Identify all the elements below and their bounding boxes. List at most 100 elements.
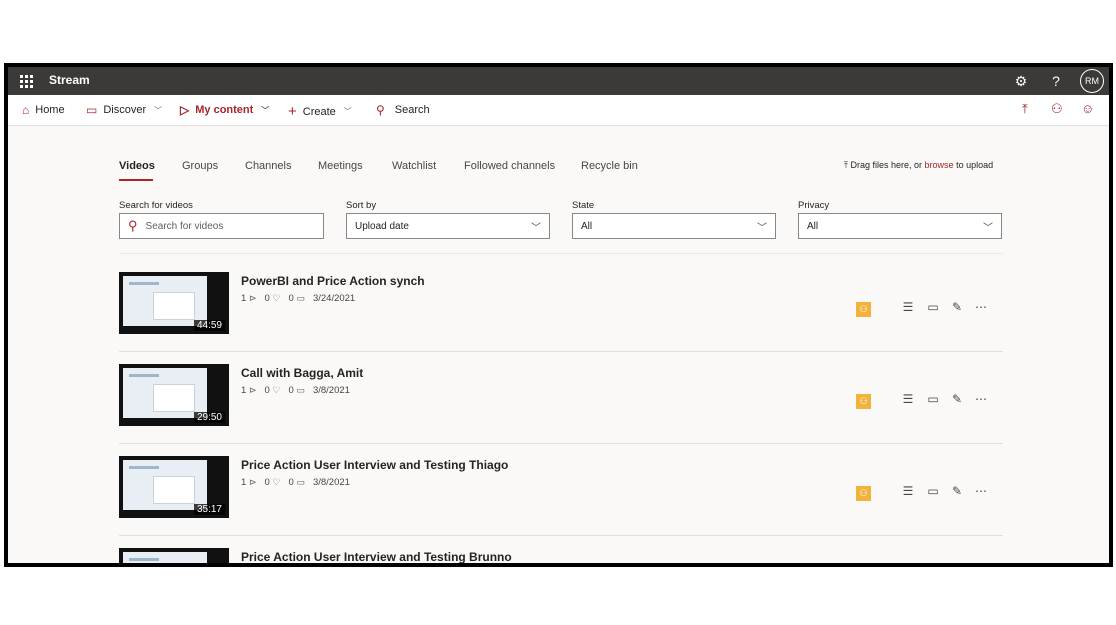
heart-icon: ♡ [272,385,281,395]
video-row[interactable]: 29:50 Call with Bagga, Amit 1 ⊳ 0 ♡ 0 ▭ … [119,352,1003,444]
permission-badge-icon: ⚇ [856,486,871,501]
add-to-list-icon[interactable]: ☰ [900,300,916,314]
upload-hint-suffix: to upload [956,160,994,170]
upload-date: 3/24/2021 [312,293,356,304]
discover-icon: ▭ [86,103,98,117]
chevron-down-icon: ﹀ [261,105,270,115]
tab-watchlist[interactable]: Watchlist [392,160,436,172]
nav-home-label: Home [35,104,65,116]
video-title[interactable]: PowerBI and Price Action synch [241,274,425,288]
tab-active-indicator [119,179,153,181]
nav-my-content-label: My content [195,104,254,116]
views-count: 1 [241,293,247,304]
more-icon[interactable]: ⋯ [973,300,989,314]
stream-app: Stream ⚙ ? RM ⌂ Home ▭ Discover ﹀ ▷ My c… [8,67,1109,563]
comments-count: 0 [288,385,294,396]
nav-home[interactable]: ⌂ Home [22,103,65,117]
video-row[interactable]: Price Action User Interview and Testing … [119,536,1003,563]
add-to-channel-icon[interactable]: ▭ [925,300,941,314]
video-title[interactable]: Price Action User Interview and Testing … [241,458,508,472]
add-to-list-icon[interactable]: ☰ [900,484,916,498]
search-videos-box[interactable]: ⚲ [119,213,324,239]
video-meta: 1 ⊳ 0 ♡ 0 ▭ 3/24/2021 [241,293,355,304]
video-duration: 35:17 [193,504,225,515]
video-thumbnail[interactable] [119,548,229,563]
nav-my-content[interactable]: ▷ My content ﹀ [180,103,269,117]
search-videos-input[interactable] [143,219,308,233]
edit-icon[interactable]: ✎ [949,300,965,314]
video-title[interactable]: Price Action User Interview and Testing … [241,550,512,563]
nav-discover-label: Discover [103,104,147,116]
views-icon: ⊳ [248,293,257,303]
chevron-down-icon: ﹀ [757,222,767,234]
comments-count: 0 [288,477,294,488]
nav-create[interactable]: + Create ﹀ [288,103,352,120]
heart-icon: ♡ [272,477,281,487]
home-icon: ⌂ [22,103,30,117]
video-row[interactable]: 44:59 PowerBI and Price Action synch 1 ⊳… [119,260,1003,352]
state-label: State [572,200,595,211]
views-count: 1 [241,385,247,396]
upload-hint-prefix: Drag files here, or [850,160,923,170]
smiley-icon[interactable]: ☺ [1081,101,1094,116]
video-duration: 44:59 [193,320,225,331]
tab-videos[interactable]: Videos [119,160,155,172]
heart-icon: ♡ [272,293,281,303]
plus-icon: + [288,103,297,120]
upload-date: 3/8/2021 [312,385,350,396]
sort-by-label: Sort by [346,200,377,211]
video-thumbnail[interactable]: 35:17 [119,456,229,518]
video-meta: 1 ⊳ 0 ♡ 0 ▭ 3/8/2021 [241,385,350,396]
video-row[interactable]: 35:17 Price Action User Interview and Te… [119,444,1003,536]
nav-bar: ⌂ Home ▭ Discover ﹀ ▷ My content ﹀ + Cre… [8,95,1109,126]
permission-badge-icon: ⚇ [856,302,871,317]
comment-icon: ▭ [296,385,305,395]
tab-followed-channels[interactable]: Followed channels [464,160,555,172]
comments-count: 0 [288,293,294,304]
avatar[interactable]: RM [1080,69,1104,93]
privacy-select[interactable]: All ﹀ [798,213,1002,239]
app-title[interactable]: Stream [49,73,90,87]
help-icon[interactable]: ? [1046,71,1066,91]
video-duration: 29:50 [193,412,225,423]
state-value: All [581,220,593,232]
window-frame: Stream ⚙ ? RM ⌂ Home ▭ Discover ﹀ ▷ My c… [4,63,1113,567]
video-thumbnail[interactable]: 29:50 [119,364,229,426]
add-to-channel-icon[interactable]: ▭ [925,484,941,498]
upload-date: 3/8/2021 [312,477,350,488]
likes-count: 0 [264,477,270,488]
comment-icon: ▭ [296,477,305,487]
tab-meetings[interactable]: Meetings [318,160,363,172]
more-icon[interactable]: ⋯ [973,484,989,498]
permission-badge-icon: ⚇ [856,394,871,409]
gear-icon[interactable]: ⚙ [1011,71,1031,91]
tab-groups[interactable]: Groups [182,160,218,172]
add-to-channel-icon[interactable]: ▭ [925,392,941,406]
privacy-label: Privacy [798,200,830,211]
more-icon[interactable]: ⋯ [973,392,989,406]
divider [119,253,1003,254]
app-launcher-icon[interactable] [16,71,36,91]
chevron-down-icon: ﹀ [154,105,163,115]
person-icon[interactable]: ⚇ [1051,101,1063,117]
likes-count: 0 [264,293,270,304]
search-videos-label: Search for videos [119,200,193,211]
edit-icon[interactable]: ✎ [949,484,965,498]
state-select[interactable]: All ﹀ [572,213,776,239]
video-title[interactable]: Call with Bagga, Amit [241,366,363,380]
nav-search[interactable]: ⚲ Search [376,103,430,117]
tab-recycle-bin[interactable]: Recycle bin [581,160,638,172]
my-content-icon: ▷ [180,103,190,117]
add-to-list-icon[interactable]: ☰ [900,392,916,406]
nav-discover[interactable]: ▭ Discover ﹀ [86,103,162,117]
nav-search-label: Search [394,104,430,116]
edit-icon[interactable]: ✎ [949,392,965,406]
sort-by-select[interactable]: Upload date ﹀ [346,213,550,239]
browse-link[interactable]: browse [925,160,954,170]
upload-hint: ⤒ Drag files here, or browse to upload [844,160,993,171]
tab-channels[interactable]: Channels [245,160,291,172]
video-thumbnail[interactable]: 44:59 [119,272,229,334]
comment-icon: ▭ [296,293,305,303]
upload-icon[interactable]: ⤒ [1022,101,1028,117]
likes-count: 0 [264,385,270,396]
